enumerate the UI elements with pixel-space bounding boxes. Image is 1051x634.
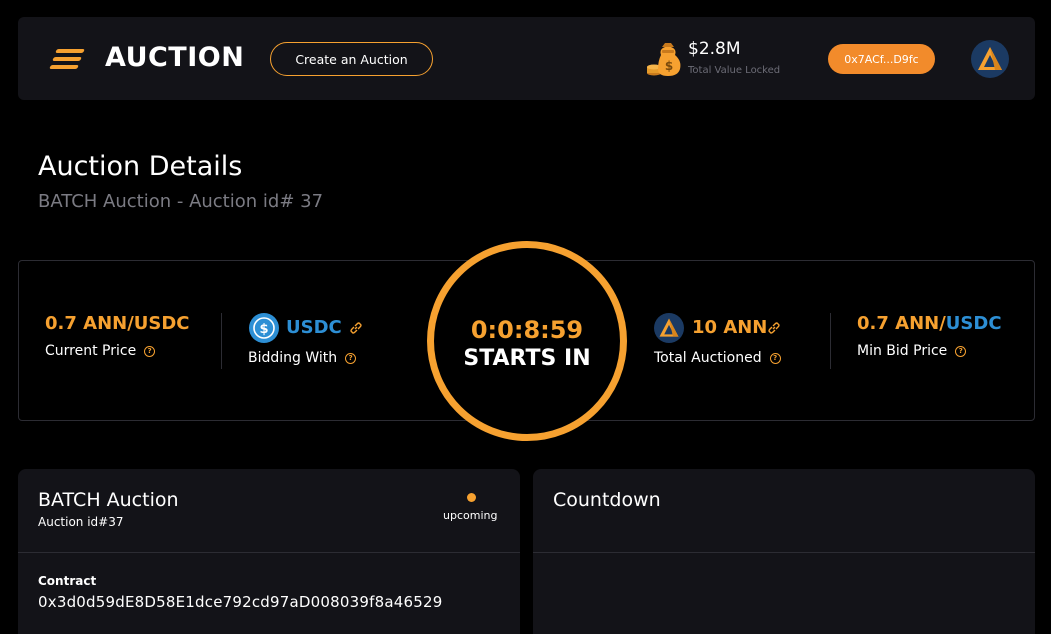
brand-title: AUCTION bbox=[105, 42, 245, 73]
total-auctioned-value: 10 ANN bbox=[692, 317, 768, 338]
page-subtitle: BATCH Auction - Auction id# 37 bbox=[38, 191, 324, 212]
status-badge: upcoming bbox=[443, 509, 498, 522]
countdown-time: 0:0:8:59 bbox=[470, 315, 584, 344]
current-price-label-text: Current Price bbox=[45, 343, 137, 359]
svg-text:$: $ bbox=[259, 322, 268, 337]
help-icon[interactable]: ? bbox=[345, 352, 357, 364]
ann-token-icon[interactable] bbox=[971, 40, 1009, 78]
card-divider bbox=[18, 552, 520, 553]
current-price-label: Current Price ? bbox=[45, 343, 156, 359]
total-auctioned-label-text: Total Auctioned bbox=[654, 350, 762, 366]
usdc-icon: $ bbox=[249, 313, 279, 343]
auction-card-id: Auction id#37 bbox=[38, 515, 124, 529]
min-bid-price-ann: 0.7 ANN/ bbox=[857, 313, 946, 334]
min-bid-price-usdc: USDC bbox=[945, 313, 1002, 334]
auction-info-card: BATCH Auction Auction id#37 upcoming Con… bbox=[18, 469, 520, 634]
min-bid-price-value: 0.7 ANN/USDC bbox=[857, 313, 1002, 334]
link-icon[interactable] bbox=[349, 321, 363, 335]
tvl-label: Total Value Locked bbox=[688, 65, 781, 76]
min-bid-price-label-text: Min Bid Price bbox=[857, 343, 948, 359]
money-bag-icon: $ bbox=[647, 43, 681, 76]
contract-address[interactable]: 0x3d0d59dE8D58E1dce792cd97aD008039f8a465… bbox=[38, 593, 442, 611]
divider bbox=[830, 313, 831, 369]
card-divider bbox=[533, 552, 1035, 553]
svg-text:$: $ bbox=[665, 59, 673, 73]
current-price-value: 0.7 ANN/USDC bbox=[45, 313, 190, 334]
bidding-with-value: USDC bbox=[286, 317, 342, 338]
page-title: Auction Details bbox=[38, 151, 243, 182]
min-bid-price-label: Min Bid Price ? bbox=[857, 343, 967, 359]
bidding-with-label: Bidding With ? bbox=[248, 350, 357, 366]
create-auction-button[interactable]: Create an Auction bbox=[270, 42, 433, 76]
total-auctioned-label: Total Auctioned ? bbox=[654, 350, 781, 366]
help-icon[interactable]: ? bbox=[769, 352, 781, 364]
top-header: AUCTION Create an Auction $ $2.8M Total … bbox=[18, 17, 1035, 100]
ann-token-icon bbox=[654, 313, 684, 343]
link-icon[interactable] bbox=[767, 321, 781, 335]
countdown-label: STARTS IN bbox=[463, 345, 591, 371]
divider bbox=[221, 313, 222, 369]
help-icon[interactable]: ? bbox=[144, 345, 156, 357]
help-icon[interactable]: ? bbox=[955, 345, 967, 357]
countdown-card: Countdown bbox=[533, 469, 1035, 634]
countdown-circle: 0:0:8:59 STARTS IN bbox=[427, 241, 627, 441]
tvl-value: $2.8M bbox=[688, 39, 741, 59]
countdown-card-title: Countdown bbox=[553, 489, 661, 511]
menu-icon[interactable] bbox=[49, 49, 85, 69]
auction-card-title: BATCH Auction bbox=[38, 489, 179, 511]
bidding-with-label-text: Bidding With bbox=[248, 350, 338, 366]
contract-label: Contract bbox=[38, 574, 97, 588]
status-dot bbox=[467, 493, 476, 502]
wallet-address-button[interactable]: 0x7ACf...D9fc bbox=[828, 44, 935, 74]
